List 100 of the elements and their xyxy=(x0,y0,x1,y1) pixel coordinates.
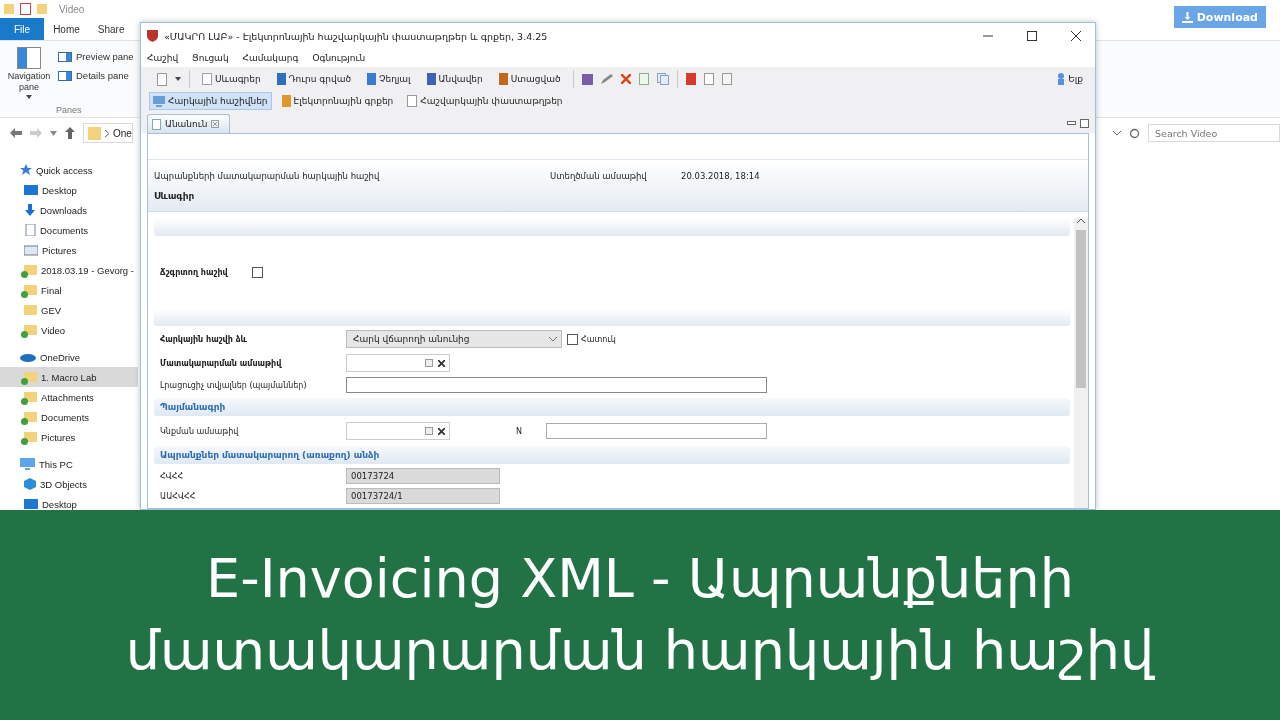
nav-tree-item[interactable]: Documents xyxy=(0,220,138,240)
field-label: Լրացուցիչ տվյալներ (պայմաններ) xyxy=(160,380,308,390)
module-tab[interactable]: Հարկային հաշիվներ xyxy=(149,92,272,110)
folder-icon xyxy=(24,304,37,316)
sync-check-icon xyxy=(21,398,28,405)
clear-icon[interactable] xyxy=(438,427,445,435)
pencil-icon xyxy=(600,74,613,84)
readonly-field: 00173724/1 xyxy=(346,488,500,504)
input-field[interactable] xyxy=(346,377,767,393)
scrollbar[interactable] xyxy=(1074,218,1088,508)
nav-tree-item[interactable]: Quick access xyxy=(0,160,138,180)
folder-icon xyxy=(24,371,37,383)
navigation-pane-button[interactable]: Navigation pane xyxy=(4,71,54,93)
date-field[interactable] xyxy=(346,354,450,372)
new-document-icon xyxy=(157,72,167,86)
folder-icon xyxy=(24,431,37,443)
dropdown[interactable]: Հարկ վճարողի անունից xyxy=(346,330,562,348)
readonly-field: 00173724 xyxy=(346,468,500,484)
date-field[interactable] xyxy=(346,422,450,440)
nav-tree-item[interactable]: GEV xyxy=(0,300,138,320)
toolbar-button[interactable]: Ստացված xyxy=(494,70,565,88)
back-arrow-icon xyxy=(10,128,22,138)
field-label: Մատակարարման ամսաթիվ xyxy=(160,358,283,368)
address-bar[interactable]: One xyxy=(83,123,133,143)
monitor-icon xyxy=(24,184,38,196)
maximize-icon xyxy=(1080,119,1089,128)
nav-tree-item[interactable]: Downloads xyxy=(0,200,138,220)
menu-item[interactable]: Ցուցակ xyxy=(192,53,229,63)
folder-icon xyxy=(24,284,37,296)
menu-item[interactable]: Հաշիվ xyxy=(147,53,179,63)
navigation-pane-icon xyxy=(17,47,41,69)
toolbar-button[interactable]: Անվավեր xyxy=(422,70,487,88)
nav-tree-item[interactable]: Pictures xyxy=(0,427,138,447)
scroll-thumb[interactable] xyxy=(1076,230,1086,388)
nav-tree-item[interactable]: OneDrive xyxy=(0,347,138,367)
document-icon xyxy=(202,73,212,85)
nav-tree-item[interactable]: Documents xyxy=(0,407,138,427)
field-label: Հարկային հաշվի ձև xyxy=(160,334,248,344)
nav-tree-item[interactable]: This PC xyxy=(0,454,138,474)
preview-pane-button[interactable]: Preview pane xyxy=(58,51,134,62)
field-label: ԱԱՀՎՀՀ xyxy=(160,491,197,501)
window-title: Video xyxy=(59,3,85,15)
toolbar-button[interactable]: Չեղյալ xyxy=(363,70,415,88)
nav-tree-item[interactable]: Video xyxy=(0,320,138,340)
module-tab[interactable]: Էլեկտրոնային գրքեր xyxy=(277,92,398,110)
folder-icon xyxy=(24,324,37,336)
checkbox[interactable] xyxy=(252,266,263,278)
folder-icon xyxy=(4,3,14,15)
checkbox[interactable] xyxy=(567,333,578,345)
nav-tree-item[interactable]: Desktop xyxy=(0,494,138,514)
field-label: N xyxy=(516,426,523,436)
monitor-icon xyxy=(24,498,38,510)
sync-check-icon xyxy=(21,331,28,338)
book-icon xyxy=(498,73,508,85)
nav-tree-item[interactable]: 1. Macro Lab xyxy=(0,367,138,387)
nav-tree-item[interactable]: Final xyxy=(0,280,138,300)
search-field[interactable]: Search Video xyxy=(1148,124,1280,142)
folder-icon xyxy=(88,126,101,140)
close-icon[interactable] xyxy=(211,120,220,128)
calendar-icon[interactable] xyxy=(425,427,433,435)
menu-item[interactable]: Օգնություն xyxy=(312,53,366,63)
checkbox-label: Հատուկ xyxy=(581,334,616,344)
menu-item[interactable]: Համակարգ xyxy=(242,53,299,63)
group-label: Panes xyxy=(56,105,82,115)
download-icon xyxy=(24,204,36,216)
details-pane-button[interactable]: Details pane xyxy=(58,70,134,81)
field-label: ՀՎՀՀ xyxy=(160,471,185,481)
chevron-icon xyxy=(105,129,109,137)
picture-icon xyxy=(24,244,38,256)
user-icon xyxy=(1057,73,1066,85)
clear-icon[interactable] xyxy=(438,359,445,367)
document-tab[interactable]: Անանուն xyxy=(147,114,231,133)
document-icon xyxy=(24,224,36,236)
nav-tree-item[interactable]: 2018.03.19 - Gevorg - xyxy=(0,260,138,280)
computer-icon xyxy=(20,458,35,470)
shield-icon xyxy=(147,30,158,42)
calendar-icon[interactable] xyxy=(425,359,433,367)
ribbon-tab[interactable]: Home xyxy=(44,18,89,40)
sync-check-icon xyxy=(21,271,28,278)
document-icon xyxy=(152,118,161,130)
chevron-icon xyxy=(50,130,57,136)
nav-tree-item[interactable]: Attachments xyxy=(0,387,138,407)
pane-icon xyxy=(58,51,72,62)
ribbon-tab[interactable]: File xyxy=(0,18,45,40)
toolbar-button[interactable]: Դուրս գրված xyxy=(272,70,356,88)
chevron-icon xyxy=(1113,130,1121,136)
input-field[interactable] xyxy=(546,423,767,439)
exit-button[interactable]: Ելք xyxy=(1053,70,1087,88)
nav-tree-item[interactable]: Pictures xyxy=(0,240,138,260)
module-tab[interactable]: Հաշվարկային փաստաթղթեր xyxy=(403,92,567,110)
nav-tree-item[interactable]: Desktop xyxy=(0,180,138,200)
book-icon xyxy=(276,73,286,85)
maximize-icon xyxy=(1027,31,1037,41)
created-value: 20.03.2018, 18:14 xyxy=(681,170,760,181)
nav-tree-item[interactable]: 3D Objects xyxy=(0,474,138,494)
toolbar-button[interactable]: Սևագրեր xyxy=(198,70,265,88)
scroll-up-icon[interactable] xyxy=(1077,218,1085,224)
caption-text: E-Invoicing XML - Ապրանքների xyxy=(206,546,1074,612)
book-icon xyxy=(367,73,377,85)
ribbon-tab[interactable]: Share xyxy=(88,18,134,40)
